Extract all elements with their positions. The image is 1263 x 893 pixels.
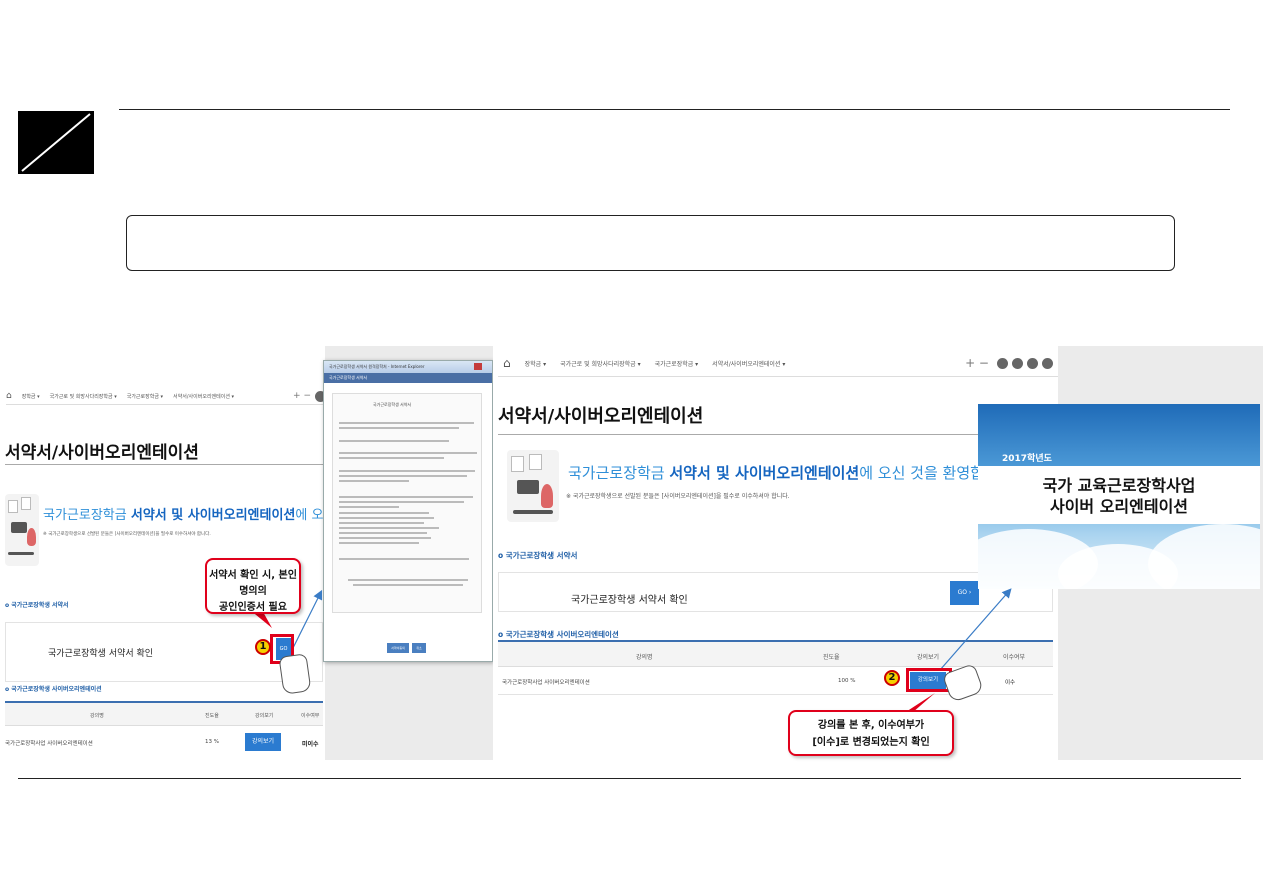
step-1-marker: 1 (255, 639, 271, 655)
pointer-hand-icon (278, 653, 312, 695)
callout-2-line1: 강의를 본 후, 이수여부가 (817, 720, 925, 731)
callout-2-line2: [이수]로 변경되었는지 확인 (812, 737, 930, 748)
step-2-marker: 2 (884, 670, 900, 686)
callout-1: 서약서 확인 시, 본인명의의 공인인증서 필요 (205, 558, 301, 614)
callout-1-line2: 공인인증서 필요 (219, 602, 287, 613)
arrow-view-to-card (939, 588, 1012, 671)
connector-arrows (250, 588, 1012, 719)
callout-1-line1: 서약서 확인 시, 본인명의의 (209, 570, 297, 597)
callout-2: 강의를 본 후, 이수여부가 [이수]로 변경되었는지 확인 (788, 710, 954, 756)
